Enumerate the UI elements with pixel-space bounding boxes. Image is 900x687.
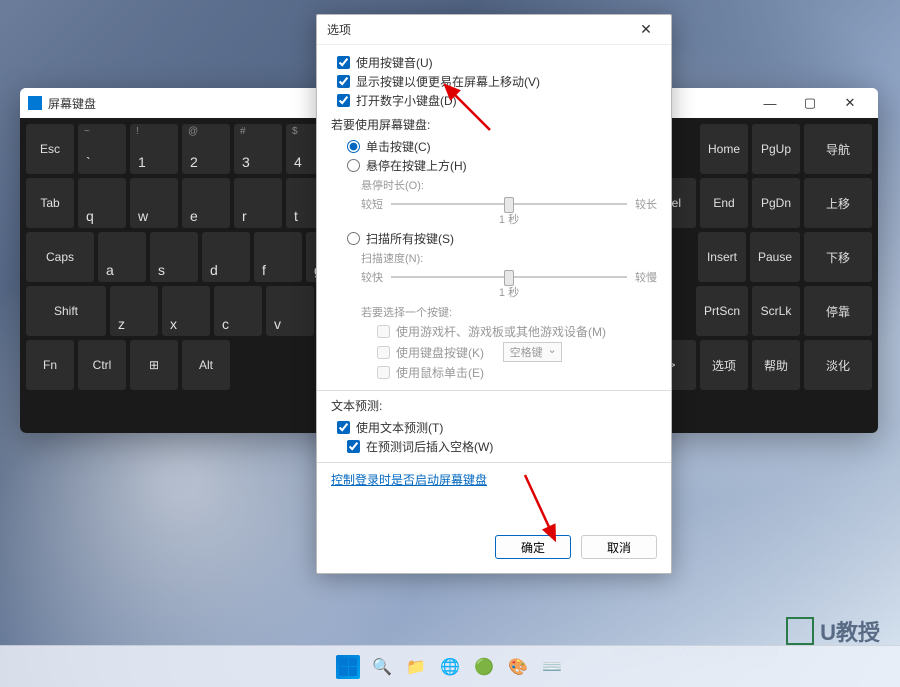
key-2[interactable]: @2 bbox=[182, 124, 230, 174]
close-button[interactable]: ✕ bbox=[830, 89, 870, 117]
link-control-login[interactable]: 控制登录时是否启动屏幕键盘 bbox=[331, 473, 487, 487]
key-insert[interactable]: Insert bbox=[698, 232, 746, 282]
taskbar-paint-icon[interactable]: 🎨 bbox=[504, 653, 532, 681]
taskbar-explorer-icon[interactable]: 📁 bbox=[402, 653, 430, 681]
key-options[interactable]: 选项 bbox=[700, 340, 748, 390]
key-c[interactable]: c bbox=[214, 286, 262, 336]
key-3[interactable]: #3 bbox=[234, 124, 282, 174]
key-help[interactable]: 帮助 bbox=[752, 340, 800, 390]
options-dialog: 选项 ✕ 使用按键音(U) 显示按键以便更易在屏幕上移动(V) 打开数字小键盘(… bbox=[316, 14, 672, 574]
watermark-text: U教授 bbox=[820, 615, 880, 647]
key-prtscn[interactable]: PrtScn bbox=[696, 286, 748, 336]
slider-max-slow: 较慢 bbox=[635, 269, 657, 285]
label-show-keys: 显示按键以便更易在屏幕上移动(V) bbox=[356, 73, 540, 90]
watermark: U教授 bbox=[786, 615, 880, 647]
label-click-sound: 使用按键音(U) bbox=[356, 54, 433, 71]
key-shift[interactable]: Shift bbox=[26, 286, 106, 336]
radio-hover-keys[interactable] bbox=[347, 159, 360, 172]
checkbox-insert-space[interactable] bbox=[347, 440, 360, 453]
section-use-osk: 若要使用屏幕键盘: bbox=[331, 116, 657, 133]
label-insert-space: 在预测词后插入空格(W) bbox=[366, 438, 493, 455]
key-a[interactable]: a bbox=[98, 232, 146, 282]
taskbar[interactable]: 🔍 📁 🌐 🟢 🎨 ⌨️ bbox=[0, 645, 900, 687]
key-dock[interactable]: 停靠 bbox=[804, 286, 872, 336]
scan-speed-label: 扫描速度(N): bbox=[361, 250, 657, 266]
key-pgup[interactable]: PgUp bbox=[752, 124, 800, 174]
cancel-button[interactable]: 取消 bbox=[581, 535, 657, 559]
checkbox-keyboard-key bbox=[377, 346, 390, 359]
hover-duration-value: 1 秒 bbox=[361, 211, 657, 227]
key-fade[interactable]: 淡化 bbox=[804, 340, 872, 390]
osk-title: 屏幕键盘 bbox=[48, 95, 96, 112]
dialog-titlebar[interactable]: 选项 ✕ bbox=[317, 15, 671, 45]
dialog-title-text: 选项 bbox=[327, 21, 351, 38]
section-select-key: 若要选择一个按键: bbox=[361, 304, 657, 320]
key-moveup[interactable]: 上移 bbox=[804, 178, 872, 228]
key-z[interactable]: z bbox=[110, 286, 158, 336]
key-end[interactable]: End bbox=[700, 178, 748, 228]
checkbox-joystick bbox=[377, 325, 390, 338]
hover-duration-label: 悬停时长(O): bbox=[361, 177, 657, 193]
maximize-button[interactable]: ▢ bbox=[790, 89, 830, 117]
watermark-logo-icon bbox=[786, 617, 814, 645]
label-numpad: 打开数字小键盘(D) bbox=[356, 92, 457, 109]
taskbar-chrome-icon[interactable]: 🟢 bbox=[470, 653, 498, 681]
key-r[interactable]: r bbox=[234, 178, 282, 228]
label-keyboard-key: 使用键盘按键(K) bbox=[396, 344, 484, 361]
key-scrlk[interactable]: ScrLk bbox=[752, 286, 800, 336]
osk-app-icon bbox=[28, 96, 42, 110]
start-button[interactable] bbox=[334, 653, 362, 681]
label-scan-keys: 扫描所有按键(S) bbox=[366, 230, 454, 247]
key-movedown[interactable]: 下移 bbox=[804, 232, 872, 282]
checkbox-numpad[interactable] bbox=[337, 94, 350, 107]
taskbar-osk-icon[interactable]: ⌨️ bbox=[538, 653, 566, 681]
label-mouse-click: 使用鼠标单击(E) bbox=[396, 364, 484, 381]
scan-speed-slider[interactable] bbox=[391, 268, 627, 286]
key-win[interactable]: ⊞ bbox=[130, 340, 178, 390]
key-v[interactable]: v bbox=[266, 286, 314, 336]
dialog-close-button[interactable]: ✕ bbox=[631, 16, 661, 44]
checkbox-mouse-click bbox=[377, 366, 390, 379]
radio-scan-keys[interactable] bbox=[347, 232, 360, 245]
section-prediction: 文本预测: bbox=[331, 397, 657, 414]
minimize-button[interactable]: — bbox=[750, 89, 790, 117]
key-backtick[interactable]: ~` bbox=[78, 124, 126, 174]
slider-max-long: 较长 bbox=[635, 196, 657, 212]
key-1[interactable]: !1 bbox=[130, 124, 178, 174]
checkbox-show-keys[interactable] bbox=[337, 75, 350, 88]
key-fn[interactable]: Fn bbox=[26, 340, 74, 390]
dialog-body: 使用按键音(U) 显示按键以便更易在屏幕上移动(V) 打开数字小键盘(D) 若要… bbox=[317, 45, 671, 525]
key-e[interactable]: e bbox=[182, 178, 230, 228]
key-caps[interactable]: Caps bbox=[26, 232, 94, 282]
label-hover-keys: 悬停在按键上方(H) bbox=[366, 157, 467, 174]
key-q[interactable]: q bbox=[78, 178, 126, 228]
checkbox-click-sound[interactable] bbox=[337, 56, 350, 69]
key-pgdn[interactable]: PgDn bbox=[752, 178, 800, 228]
scan-speed-value: 1 秒 bbox=[361, 284, 657, 300]
key-alt[interactable]: Alt bbox=[182, 340, 230, 390]
key-d[interactable]: d bbox=[202, 232, 250, 282]
ok-button[interactable]: 确定 bbox=[495, 535, 571, 559]
key-x[interactable]: x bbox=[162, 286, 210, 336]
label-prediction: 使用文本预测(T) bbox=[356, 419, 443, 436]
taskbar-edge-icon[interactable]: 🌐 bbox=[436, 653, 464, 681]
radio-click-keys[interactable] bbox=[347, 140, 360, 153]
slider-min-short: 较短 bbox=[361, 196, 383, 212]
key-tab[interactable]: Tab bbox=[26, 178, 74, 228]
key-f[interactable]: f bbox=[254, 232, 302, 282]
checkbox-prediction[interactable] bbox=[337, 421, 350, 434]
label-click-keys: 单击按键(C) bbox=[366, 138, 431, 155]
combo-spacebar: 空格键 bbox=[503, 342, 562, 362]
key-nav[interactable]: 导航 bbox=[804, 124, 872, 174]
slider-min-fast: 较快 bbox=[361, 269, 383, 285]
key-home[interactable]: Home bbox=[700, 124, 748, 174]
taskbar-search-icon[interactable]: 🔍 bbox=[368, 653, 396, 681]
label-joystick: 使用游戏杆、游戏板或其他游戏设备(M) bbox=[396, 323, 606, 340]
key-w[interactable]: w bbox=[130, 178, 178, 228]
key-pause[interactable]: Pause bbox=[750, 232, 800, 282]
key-ctrl[interactable]: Ctrl bbox=[78, 340, 126, 390]
key-esc[interactable]: Esc bbox=[26, 124, 74, 174]
hover-duration-slider[interactable] bbox=[391, 195, 627, 213]
key-s[interactable]: s bbox=[150, 232, 198, 282]
